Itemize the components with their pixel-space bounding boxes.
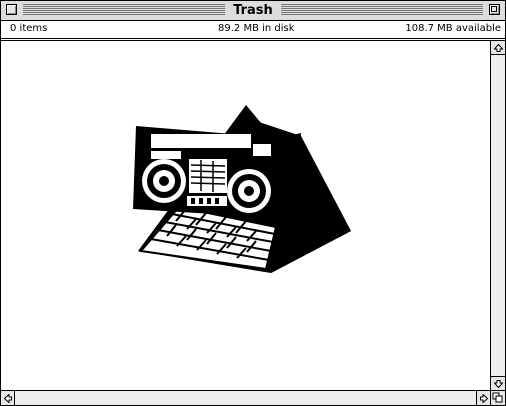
disk-usage: 89.2 MB in disk bbox=[218, 23, 295, 34]
available-space: 108.7 MB available bbox=[405, 23, 501, 34]
zoom-box-icon[interactable] bbox=[489, 4, 500, 15]
finder-window: Trash 0 items 89.2 MB in disk 108.7 MB a… bbox=[0, 0, 506, 406]
item-count: 0 items bbox=[10, 23, 48, 34]
arrow-left-icon[interactable] bbox=[1, 391, 15, 405]
horizontal-scrollbar[interactable] bbox=[1, 390, 490, 405]
title-bar[interactable]: Trash bbox=[1, 1, 505, 21]
window-content bbox=[1, 41, 490, 390]
arrow-right-icon[interactable] bbox=[476, 391, 490, 405]
resize-icon[interactable] bbox=[490, 390, 505, 405]
arrow-up-icon[interactable] bbox=[491, 41, 505, 55]
vertical-scrollbar[interactable] bbox=[490, 41, 505, 390]
boombox-pyramid-illustration bbox=[133, 105, 351, 273]
info-header: 0 items 89.2 MB in disk 108.7 MB availab… bbox=[1, 21, 505, 41]
window-title: Trash bbox=[225, 1, 281, 20]
close-box-icon[interactable] bbox=[6, 4, 17, 15]
arrow-down-icon[interactable] bbox=[491, 376, 505, 390]
